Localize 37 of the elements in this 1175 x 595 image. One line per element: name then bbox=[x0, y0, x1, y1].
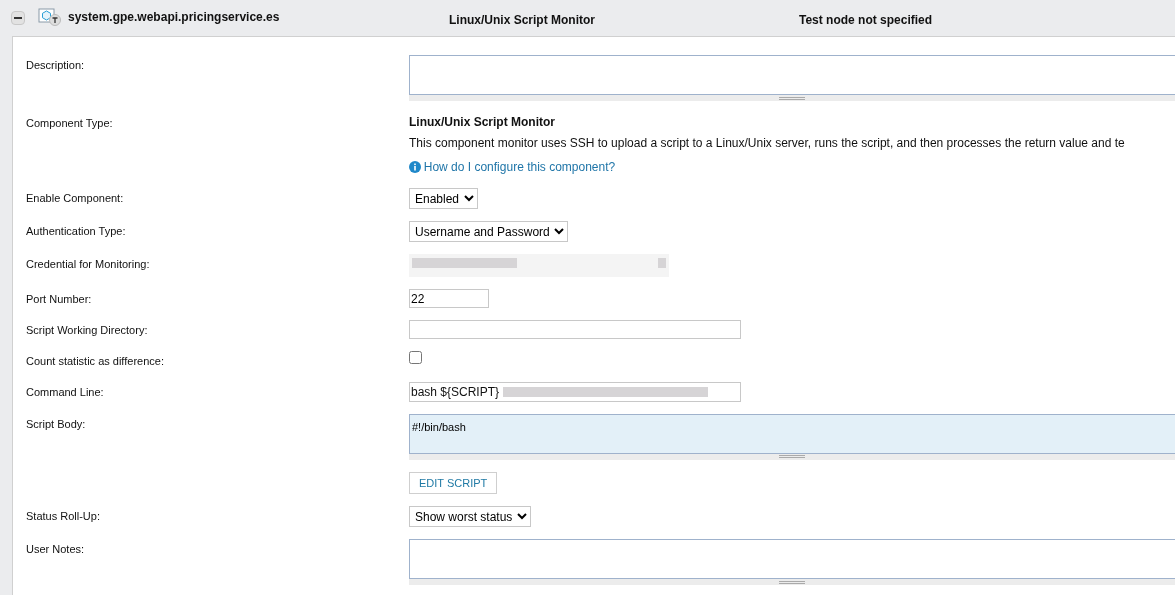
dropdown[interactable]: Show worst status bbox=[409, 506, 531, 527]
field-label: Credential for Monitoring: bbox=[26, 258, 150, 270]
info-icon bbox=[409, 161, 421, 173]
resize-grip-icon[interactable] bbox=[779, 96, 805, 100]
resize-grip-icon[interactable] bbox=[779, 455, 805, 458]
field-label: Script Working Directory: bbox=[26, 324, 148, 336]
field-label: Enable Component: bbox=[26, 192, 124, 204]
field-label: Count statistic as difference: bbox=[26, 355, 164, 367]
component-description: This component monitor uses SSH to upload a script to a Linux/Unix server, runs the script, and then processes the return value and te bbox=[409, 135, 1126, 152]
field-label: User Notes: bbox=[26, 543, 85, 555]
edit-script-button[interactable]: EDIT SCRIPT bbox=[409, 471, 498, 494]
minus-icon bbox=[14, 17, 22, 19]
field-label: Description: bbox=[26, 59, 85, 71]
resize-grip-icon[interactable] bbox=[779, 580, 805, 584]
redacted-field[interactable] bbox=[409, 254, 669, 277]
collapse-button[interactable] bbox=[11, 11, 25, 25]
field-label: Component Type: bbox=[26, 117, 113, 129]
help-link[interactable]: How do I configure this component? bbox=[423, 158, 616, 176]
field-label: Script Body: bbox=[26, 417, 86, 430]
dropdown[interactable]: Enabled bbox=[409, 188, 478, 209]
component-type-name: Linux/Unix Script Monitor bbox=[409, 114, 556, 131]
text-field[interactable] bbox=[409, 320, 741, 339]
script-editor[interactable]: #!/bin/bash bbox=[409, 413, 1175, 454]
component-icon bbox=[38, 8, 62, 26]
text-field[interactable]: 22 bbox=[409, 289, 489, 308]
node-title: system.gpe.webapi.pricingservice.es bbox=[68, 9, 281, 26]
field-label: Status Roll-Up: bbox=[26, 510, 100, 522]
test-node-status: Test node not specified bbox=[799, 12, 933, 29]
text-area[interactable] bbox=[409, 55, 1175, 95]
field-label: Command Line: bbox=[26, 385, 104, 398]
command-text: bash ${SCRIPT} bbox=[410, 383, 500, 401]
monitor-type: Linux/Unix Script Monitor bbox=[449, 12, 596, 29]
dropdown[interactable]: Username and Password bbox=[409, 221, 568, 242]
field-label: Authentication Type: bbox=[26, 225, 126, 237]
field-label: Port Number: bbox=[26, 293, 92, 305]
checkbox[interactable] bbox=[409, 351, 422, 364]
text-area[interactable] bbox=[409, 539, 1175, 579]
